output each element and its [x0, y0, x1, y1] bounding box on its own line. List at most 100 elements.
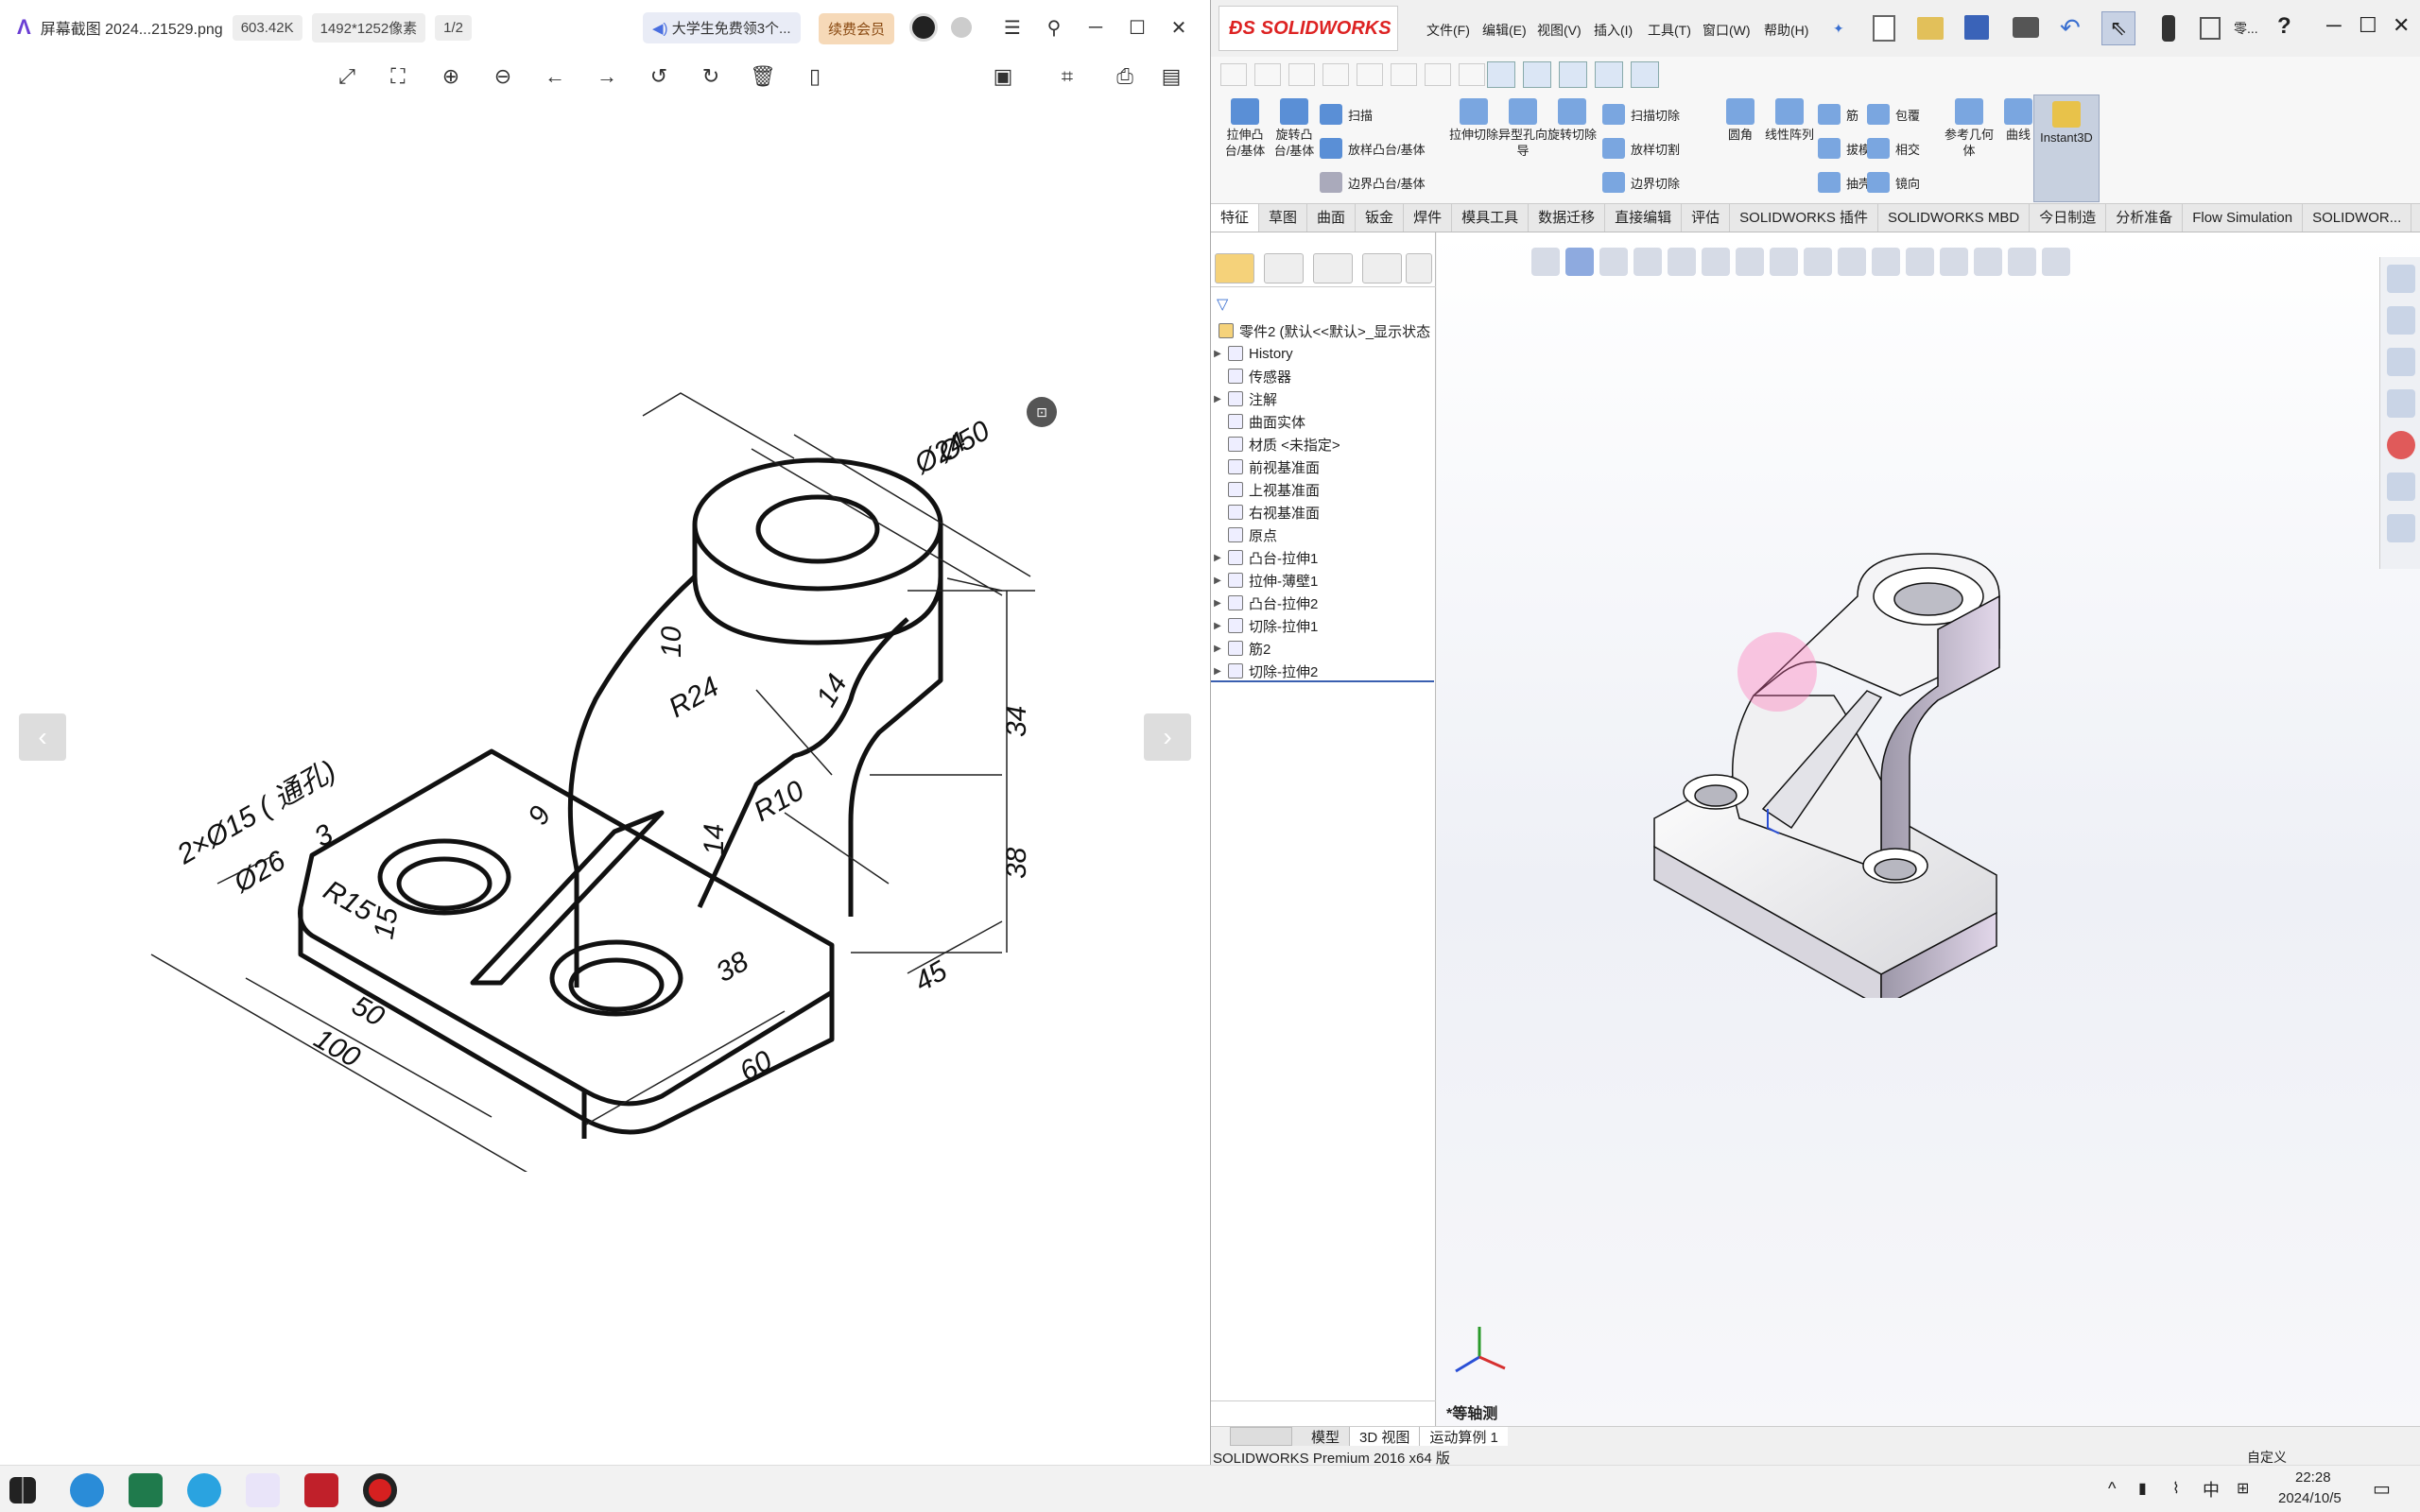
- select-icon[interactable]: ⇖: [2101, 11, 2135, 45]
- tree-item[interactable]: 材质 <未指定>: [1211, 433, 1340, 455]
- print-icon[interactable]: [2013, 17, 2039, 38]
- tree-item[interactable]: 上视基准面: [1211, 478, 1320, 501]
- previous-icon[interactable]: ←: [541, 62, 569, 91]
- ime-indicator[interactable]: 中: [2203, 1477, 2220, 1502]
- next-icon[interactable]: →: [593, 62, 621, 91]
- sketch-tool-icon[interactable]: [1425, 63, 1451, 86]
- solidworks-icon[interactable]: [304, 1473, 338, 1507]
- mirror-button[interactable]: 镜向: [1867, 172, 1920, 193]
- tab-mold-tools[interactable]: 模具工具: [1452, 204, 1530, 232]
- forum-icon[interactable]: [2387, 514, 2415, 542]
- tree-item[interactable]: ▶ 凸台-拉伸2: [1211, 592, 1318, 614]
- menu-tools[interactable]: 工具(T): [1648, 21, 1691, 40]
- tool-icon[interactable]: [1595, 61, 1623, 88]
- expand-arrow-icon[interactable]: ▶: [1211, 394, 1224, 404]
- open-icon[interactable]: [1917, 17, 1944, 40]
- tab-analysis[interactable]: 分析准备: [2106, 204, 2184, 232]
- save-icon[interactable]: ▤: [1157, 62, 1185, 91]
- property-manager-tab[interactable]: [1264, 253, 1304, 284]
- edge-icon[interactable]: [70, 1473, 104, 1507]
- configuration-manager-tab[interactable]: [1313, 253, 1353, 284]
- actual-size-icon[interactable]: ⛶: [384, 62, 412, 91]
- undo-icon[interactable]: ↶: [2060, 13, 2081, 43]
- previous-view-icon[interactable]: [1770, 248, 1798, 276]
- expand-arrow-icon[interactable]: ▶: [1211, 666, 1224, 677]
- rotate-left-icon[interactable]: ↺: [645, 62, 673, 91]
- tab-features[interactable]: 特征: [1211, 204, 1260, 232]
- rib-button[interactable]: 筋: [1818, 104, 1858, 125]
- sketch-tool-icon[interactable]: [1322, 63, 1349, 86]
- expand-arrow-icon[interactable]: ▶: [1211, 598, 1224, 609]
- tree-root[interactable]: 零件2 (默认<<默认>_显示状态: [1215, 319, 1430, 342]
- tab-surfaces[interactable]: 曲面: [1307, 204, 1357, 232]
- telegram-icon[interactable]: [187, 1473, 221, 1507]
- fillet-button[interactable]: 圆角: [1716, 98, 1765, 143]
- shell-button[interactable]: 抽壳: [1818, 172, 1871, 193]
- save-icon[interactable]: [1964, 15, 1989, 40]
- print-icon[interactable]: ⎙: [1111, 62, 1139, 91]
- pin-icon[interactable]: ⚲: [1038, 11, 1070, 43]
- units-selector[interactable]: 自定义: [2247, 1448, 2287, 1467]
- home-icon[interactable]: [2387, 265, 2415, 293]
- custom-properties-icon[interactable]: [2387, 472, 2415, 501]
- extruded-cut-button[interactable]: 拉伸切除: [1449, 98, 1498, 143]
- graphics-area[interactable]: *等轴测: [1437, 232, 2420, 1426]
- expand-arrow-icon[interactable]: ▶: [1211, 621, 1224, 631]
- tree-item[interactable]: ▶ 筋2: [1211, 637, 1270, 660]
- image-viewer-icon[interactable]: [246, 1473, 280, 1507]
- tab-nav-arrows[interactable]: [1230, 1427, 1292, 1446]
- design-library-icon[interactable]: [2387, 348, 2415, 376]
- linear-pattern-button[interactable]: 线性阵列: [1765, 98, 1814, 143]
- tab-direct-editing[interactable]: 直接编辑: [1605, 204, 1683, 232]
- tool-icon[interactable]: [1487, 61, 1515, 88]
- view-orientation-icon[interactable]: [1531, 248, 1560, 276]
- options-icon[interactable]: [2200, 17, 2221, 40]
- resources-icon[interactable]: [2387, 306, 2415, 335]
- section-icon[interactable]: [1668, 248, 1696, 276]
- isometric-icon[interactable]: [1565, 248, 1594, 276]
- more-icon[interactable]: ▯: [801, 62, 829, 91]
- zoom-out-icon[interactable]: ⊖: [489, 62, 517, 91]
- scene-icon[interactable]: [1974, 248, 2002, 276]
- display-manager-tab[interactable]: [1406, 253, 1432, 284]
- crop-icon[interactable]: ⌗: [1053, 62, 1081, 91]
- hide-show-icon[interactable]: [1906, 248, 1934, 276]
- tree-item[interactable]: 曲面实体: [1211, 410, 1305, 433]
- reference-geometry-button[interactable]: 参考几何体: [1945, 98, 1994, 159]
- tab-evaluate[interactable]: 评估: [1682, 204, 1731, 232]
- boundary-boss-button[interactable]: 边界凸台/基体: [1320, 172, 1426, 193]
- next-image-button[interactable]: ›: [1144, 713, 1191, 761]
- sw-logo[interactable]: ƉS SOLIDWORKS: [1219, 6, 1398, 51]
- pin-icon[interactable]: ✦: [1833, 21, 1844, 37]
- loft-boss-button[interactable]: 放样凸台/基体: [1320, 138, 1426, 159]
- vip-renew-button[interactable]: 续费会员: [819, 13, 895, 44]
- edit-appearance-icon[interactable]: [1940, 248, 1968, 276]
- zoom-area-icon[interactable]: [1736, 248, 1764, 276]
- cube-icon[interactable]: [1599, 248, 1628, 276]
- extruded-boss-button[interactable]: 拉伸凸台/基体: [1220, 98, 1270, 159]
- tree-scrollbar[interactable]: [1211, 1400, 1436, 1419]
- tree-item[interactable]: 右视基准面: [1211, 501, 1320, 524]
- help-icon[interactable]: ?: [2277, 13, 2291, 40]
- close-button[interactable]: ✕: [2393, 13, 2410, 38]
- tree-item[interactable]: ▶ 拉伸-薄壁1: [1211, 569, 1318, 592]
- display-style-icon[interactable]: [1872, 248, 1900, 276]
- settings-icon[interactable]: [951, 17, 972, 38]
- tree-item[interactable]: ▶ 切除-拉伸2: [1211, 660, 1318, 682]
- tab-today[interactable]: 今日制造: [2030, 204, 2107, 232]
- menu-help[interactable]: 帮助(H): [1764, 21, 1808, 40]
- tree-item[interactable]: ▶ History: [1211, 342, 1293, 365]
- sketch-tool-icon[interactable]: [1459, 63, 1485, 86]
- tree-item[interactable]: ▶ 凸台-拉伸1: [1211, 546, 1318, 569]
- zoom-in-icon[interactable]: ⊕: [437, 62, 465, 91]
- menu-file[interactable]: 文件(F): [1426, 21, 1470, 40]
- tab-data-migration[interactable]: 数据迁移: [1529, 204, 1606, 232]
- clock-time[interactable]: 22:28: [2295, 1469, 2331, 1486]
- expand-arrow-icon[interactable]: ▶: [1211, 644, 1224, 654]
- lofted-cut-button[interactable]: 放样切割: [1602, 138, 1680, 159]
- mic-icon[interactable]: ▮: [2138, 1479, 2147, 1498]
- maximize-button[interactable]: ☐: [2359, 13, 2377, 38]
- tree-item[interactable]: 传感器: [1211, 365, 1291, 387]
- tool-icon[interactable]: [1631, 61, 1659, 88]
- tab-sheet-metal[interactable]: 钣金: [1356, 204, 1405, 232]
